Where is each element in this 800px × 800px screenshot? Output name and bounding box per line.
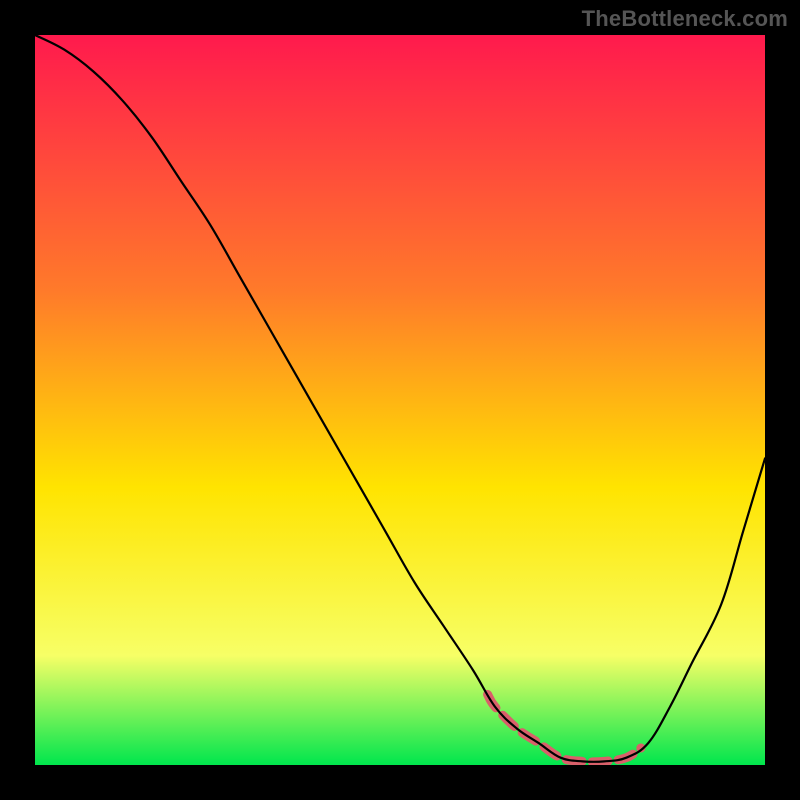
watermark-text: TheBottleneck.com: [582, 6, 788, 32]
plot-area: [35, 35, 765, 765]
gradient-background: [35, 35, 765, 765]
chart-container: TheBottleneck.com: [0, 0, 800, 800]
chart-svg: [35, 35, 765, 765]
